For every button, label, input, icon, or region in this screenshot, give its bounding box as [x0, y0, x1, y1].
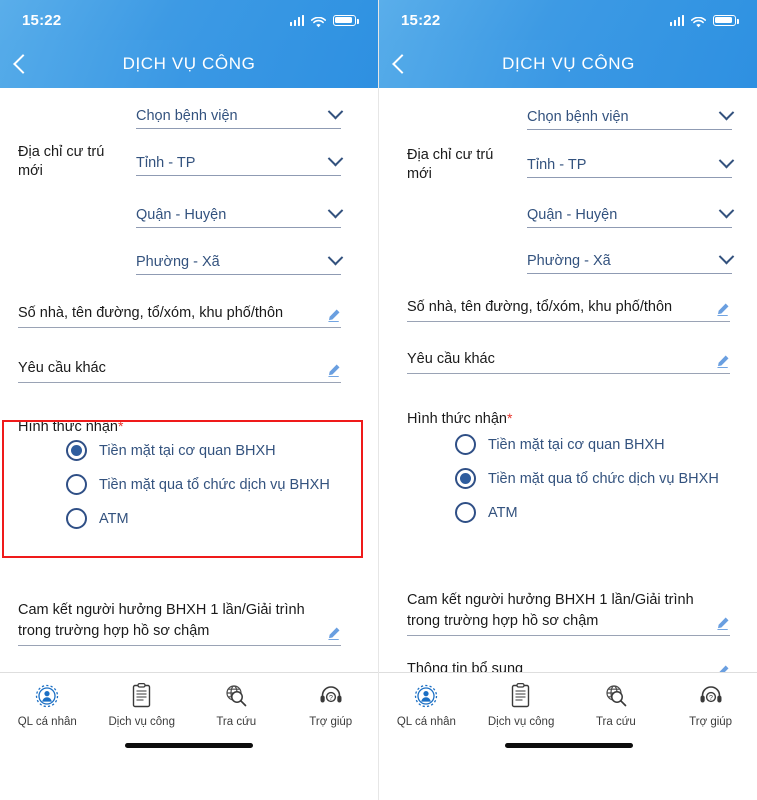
nav-item-public-service[interactable]: Dịch vụ công — [474, 681, 569, 728]
select-district[interactable]: Quận - Huyện — [527, 200, 735, 228]
address-group-label: Địa chỉ cư trú mới — [407, 147, 494, 182]
select-district[interactable]: Quận - Huyện — [136, 200, 344, 228]
pencil-icon[interactable] — [326, 363, 341, 378]
form-body-left: Địa chỉ cư trú mới Chọn bệnh viện Tỉnh -… — [0, 88, 378, 760]
address-group-label: Địa chỉ cư trú mới — [18, 144, 105, 179]
radio-indicator[interactable] — [66, 508, 87, 529]
chevron-down-icon — [327, 249, 344, 266]
nav-item-help[interactable]: ? Trợ giúp — [663, 681, 757, 728]
status-bar-right: 15:22 — [379, 0, 757, 40]
field-commitment[interactable]: Cam kết người hưởng BHXH 1 lần/Giải trìn… — [407, 588, 730, 636]
pencil-icon[interactable] — [326, 308, 341, 323]
page-title: DỊCH VỤ CÔNG — [502, 54, 635, 73]
select-ward[interactable]: Phường - Xã — [136, 247, 344, 275]
phone-screen-left: 15:22 DỊCH VỤ CÔNG Địa chỉ cư trú mới Ch… — [0, 0, 378, 800]
search-globe-icon — [601, 681, 631, 711]
select-hospital[interactable]: Chọn bệnh viện — [136, 101, 344, 129]
dual-screenshot-container: 15:22 DỊCH VỤ CÔNG Địa chỉ cư trú mới Ch… — [0, 0, 757, 800]
radio-option-cash-at-bhxh[interactable]: Tiền mặt tại cơ quan BHXH — [455, 434, 665, 455]
nav-item-help[interactable]: ? Trợ giúp — [284, 681, 379, 728]
wifi-icon — [691, 15, 706, 27]
battery-icon — [333, 14, 359, 26]
svg-text:?: ? — [709, 695, 713, 702]
back-button[interactable] — [0, 40, 46, 88]
phone-screen-right: 15:22 DỊCH VỤ CÔNG Địa chỉ cư trú mới Ch… — [378, 0, 757, 800]
nav-item-lookup[interactable]: Tra cứu — [569, 681, 664, 728]
chevron-down-icon — [718, 202, 735, 219]
status-bar-clock: 15:22 — [401, 11, 441, 29]
radio-option-cash-at-bhxh[interactable]: Tiền mặt tại cơ quan BHXH — [66, 440, 276, 461]
signal-bars-icon — [669, 14, 684, 26]
search-globe-icon — [221, 681, 251, 711]
chevron-down-icon — [327, 103, 344, 120]
document-icon — [127, 681, 157, 711]
nav-item-public-service[interactable]: Dịch vụ công — [95, 681, 190, 728]
chevron-down-icon — [718, 248, 735, 265]
chevron-down-icon — [327, 202, 344, 219]
form-body-right: Địa chỉ cư trú mới Chọn bệnh viện Tỉnh -… — [379, 88, 757, 760]
select-province[interactable]: Tỉnh - TP — [136, 148, 344, 176]
wifi-icon — [311, 15, 326, 27]
back-button[interactable] — [379, 40, 425, 88]
status-bar-icons — [669, 14, 739, 27]
svg-text:?: ? — [329, 695, 333, 702]
radio-option-atm[interactable]: ATM — [455, 502, 518, 523]
chevron-down-icon — [327, 150, 344, 167]
bottom-navigation-left: QL cá nhân Dịch vụ công Tra cứu ? Trợ gi… — [0, 672, 378, 760]
chevron-left-icon — [392, 54, 412, 74]
field-other-request[interactable]: Yêu cầu khác — [407, 346, 730, 374]
nav-item-personal-management[interactable]: QL cá nhân — [0, 681, 95, 728]
chevron-down-icon — [718, 152, 735, 169]
headset-help-icon: ? — [316, 681, 346, 711]
battery-icon — [713, 14, 739, 26]
status-bar-left: 15:22 — [0, 0, 378, 40]
field-other-request[interactable]: Yêu cầu khác — [18, 355, 341, 383]
signal-bars-icon — [289, 14, 304, 26]
document-icon — [506, 681, 536, 711]
personal-management-icon — [32, 681, 62, 711]
status-bar-icons — [289, 14, 359, 27]
headset-help-icon: ? — [696, 681, 726, 711]
required-asterisk: * — [118, 418, 124, 434]
radio-indicator[interactable] — [66, 474, 87, 495]
field-street-address[interactable]: Số nhà, tên đường, tổ/xóm, khu phố/thôn — [18, 300, 341, 328]
field-street-address[interactable]: Số nhà, tên đường, tổ/xóm, khu phố/thôn — [407, 294, 730, 322]
chevron-left-icon — [13, 54, 33, 74]
radio-indicator[interactable] — [455, 434, 476, 455]
bottom-navigation-right: QL cá nhân Dịch vụ công Tra cứu ? Trợ gi… — [379, 672, 757, 760]
title-bar-right: DỊCH VỤ CÔNG — [379, 40, 757, 88]
title-bar-left: DỊCH VỤ CÔNG — [0, 40, 378, 88]
home-indicator — [125, 743, 253, 748]
nav-item-personal-management[interactable]: QL cá nhân — [379, 681, 474, 728]
radio-indicator[interactable] — [66, 440, 87, 461]
field-commitment-label: Cam kết người hưởng BHXH 1 lần/Giải trìn… — [407, 592, 694, 629]
required-asterisk: * — [507, 410, 513, 426]
radio-indicator[interactable] — [455, 502, 476, 523]
pencil-icon[interactable] — [715, 354, 730, 369]
select-province[interactable]: Tỉnh - TP — [527, 150, 735, 178]
radio-option-cash-via-service[interactable]: Tiền mặt qua tổ chức dịch vụ BHXH — [66, 474, 330, 495]
personal-management-icon — [411, 681, 441, 711]
radio-option-atm[interactable]: ATM — [66, 508, 129, 529]
status-bar-clock: 15:22 — [22, 11, 62, 29]
home-indicator — [504, 743, 633, 748]
select-hospital[interactable]: Chọn bệnh viện — [527, 102, 735, 130]
radio-indicator[interactable] — [455, 468, 476, 489]
page-title: DỊCH VỤ CÔNG — [122, 54, 256, 73]
pencil-icon[interactable] — [715, 616, 730, 631]
field-commitment[interactable]: Cam kết người hưởng BHXH 1 lần/Giải trìn… — [18, 598, 341, 646]
field-commitment-label: Cam kết người hưởng BHXH 1 lần/Giải trìn… — [18, 602, 305, 639]
nav-item-lookup[interactable]: Tra cứu — [189, 681, 284, 728]
radio-option-cash-via-service[interactable]: Tiền mặt qua tổ chức dịch vụ BHXH — [455, 468, 719, 489]
chevron-down-icon — [718, 104, 735, 121]
payment-method-label: Hình thức nhận* — [18, 418, 124, 435]
pencil-icon[interactable] — [715, 302, 730, 317]
select-ward[interactable]: Phường - Xã — [527, 246, 735, 274]
payment-method-label: Hình thức nhận* — [407, 410, 513, 427]
pencil-icon[interactable] — [326, 626, 341, 641]
